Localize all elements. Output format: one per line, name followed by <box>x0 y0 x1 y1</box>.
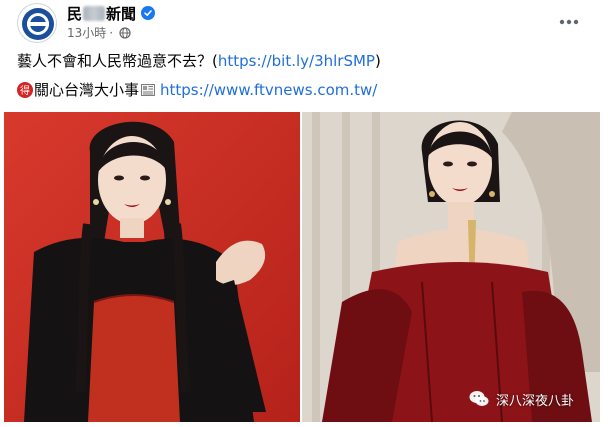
page-name[interactable]: 民 新聞 <box>67 3 156 23</box>
watermark: 深八深夜八卦 <box>468 388 574 410</box>
post-media[interactable] <box>4 112 600 422</box>
post-tagline: 得 關心台灣大小事 https://www.ftvnews.com.tw/ <box>17 79 377 100</box>
globe-icon[interactable] <box>119 26 131 39</box>
watermark-text: 深八深夜八卦 <box>496 393 575 409</box>
paren-close: ) <box>374 52 381 70</box>
wechat-icon <box>468 388 490 410</box>
website-link[interactable]: https://www.ftvnews.com.tw/ <box>160 81 377 99</box>
verified-badge-icon <box>141 6 156 20</box>
tagline-text: 關心台灣大小事 <box>34 81 140 99</box>
post-header: 民 新聞 13小時 · <box>0 0 608 50</box>
page-avatar[interactable] <box>17 3 57 43</box>
de-character-icon: 得 <box>17 81 33 98</box>
photo-right-image <box>302 112 600 422</box>
post-message: 藝人不會和人民幣過意不去？(https://bit.ly/3hlrSMP) <box>17 50 381 71</box>
photo-left[interactable] <box>4 112 300 422</box>
page-name-start: 民 <box>67 4 83 23</box>
post-meta: 13小時 · <box>67 24 131 41</box>
ftv-logo <box>22 8 54 40</box>
photo-right[interactable] <box>302 112 600 422</box>
message-text: 藝人不會和人民幣過意不去？ <box>17 52 213 70</box>
post-timestamp[interactable]: 13小時 <box>67 24 106 41</box>
more-options-icon[interactable] <box>554 10 584 34</box>
page-name-end: 新聞 <box>106 4 137 23</box>
page-name-redacted <box>83 5 106 21</box>
newspaper-icon <box>140 82 156 98</box>
photo-left-image <box>4 112 300 422</box>
meta-separator: · <box>109 25 114 40</box>
message-link[interactable]: https://bit.ly/3hlrSMP <box>218 52 375 70</box>
